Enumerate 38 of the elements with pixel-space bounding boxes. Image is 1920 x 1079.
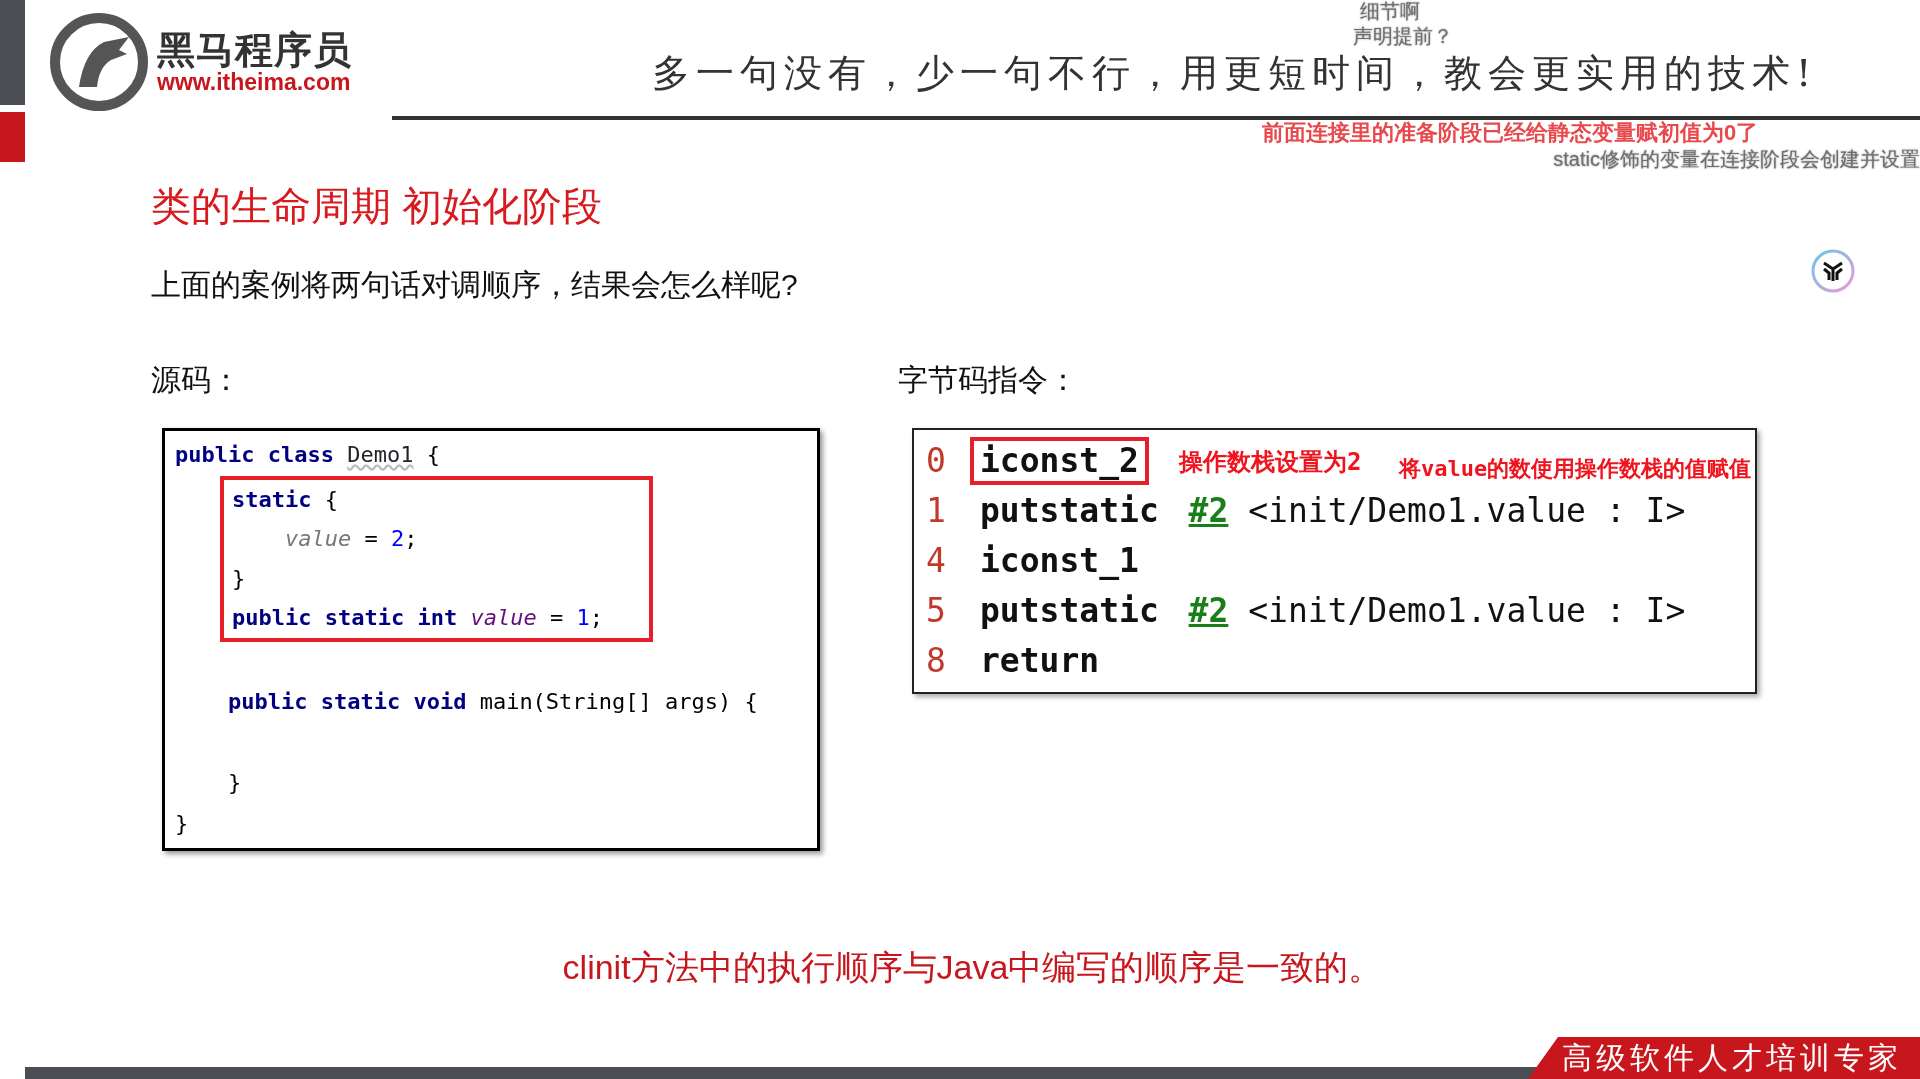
annotation-text: 操作数栈设置为2 [1179,447,1362,478]
offset-number: 0 [926,440,947,482]
side-bar [0,112,25,162]
code-line: value = 2; [283,525,419,553]
code-line: } [226,769,243,797]
opcode: putstatic [979,590,1160,632]
slogan-banner: 高级软件人才培训专家 [1528,1037,1920,1079]
offset-number: 4 [926,540,947,582]
opcode: iconst_2 [970,437,1149,485]
code-line: public class Demo1 { [175,441,441,469]
offset-number: 1 [926,490,947,532]
logo-name: 黑马程序员 [157,29,352,72]
code-line: public static int value = 1; [232,604,604,632]
danmaku-comment: static修饰的变量在连接阶段会创建并设置 [1553,148,1920,170]
circle-logo-icon [1810,248,1856,294]
operand-text: <init/Demo1.value : I> [1248,590,1686,632]
question-text: 上面的案例将两句话对调顺序，结果会怎么样呢? [151,267,798,303]
slide-title: 类的生命周期 初始化阶段 [151,183,604,230]
logo-url: www.itheima.com [157,71,352,95]
conclusion-text: clinit方法中的执行顺序与Java中编写的顺序是一致的。 [561,947,1384,988]
bytecode-label: 字节码指令： [898,362,1079,398]
code-line: public static void main(String[] args) { [226,688,759,716]
danmaku-comment: 细节啊 [1360,0,1420,22]
opcode: return [979,640,1101,682]
code-line: } [232,564,247,593]
danmaku-comment: 声明提前？ [1353,25,1453,47]
source-label: 源码： [151,362,242,398]
operand-text: <init/Demo1.value : I> [1248,490,1686,532]
code-line: static { [232,485,339,514]
code-line: } [175,809,190,838]
opcode: iconst_1 [979,540,1140,582]
slogan: 多一句没有，少一句不行，用更短时间，教会更实用的技术! [652,50,1818,97]
opcode: putstatic [979,490,1160,532]
horse-logo-icon [49,12,149,112]
offset-number: 5 [926,590,947,632]
offset-number: 8 [926,640,947,682]
annotation-text: 将value的数使用操作数栈的值赋值 [1399,455,1752,483]
danmaku-comment: 前面连接里的准备阶段已经给静态变量赋初值为0了 [1262,121,1759,146]
